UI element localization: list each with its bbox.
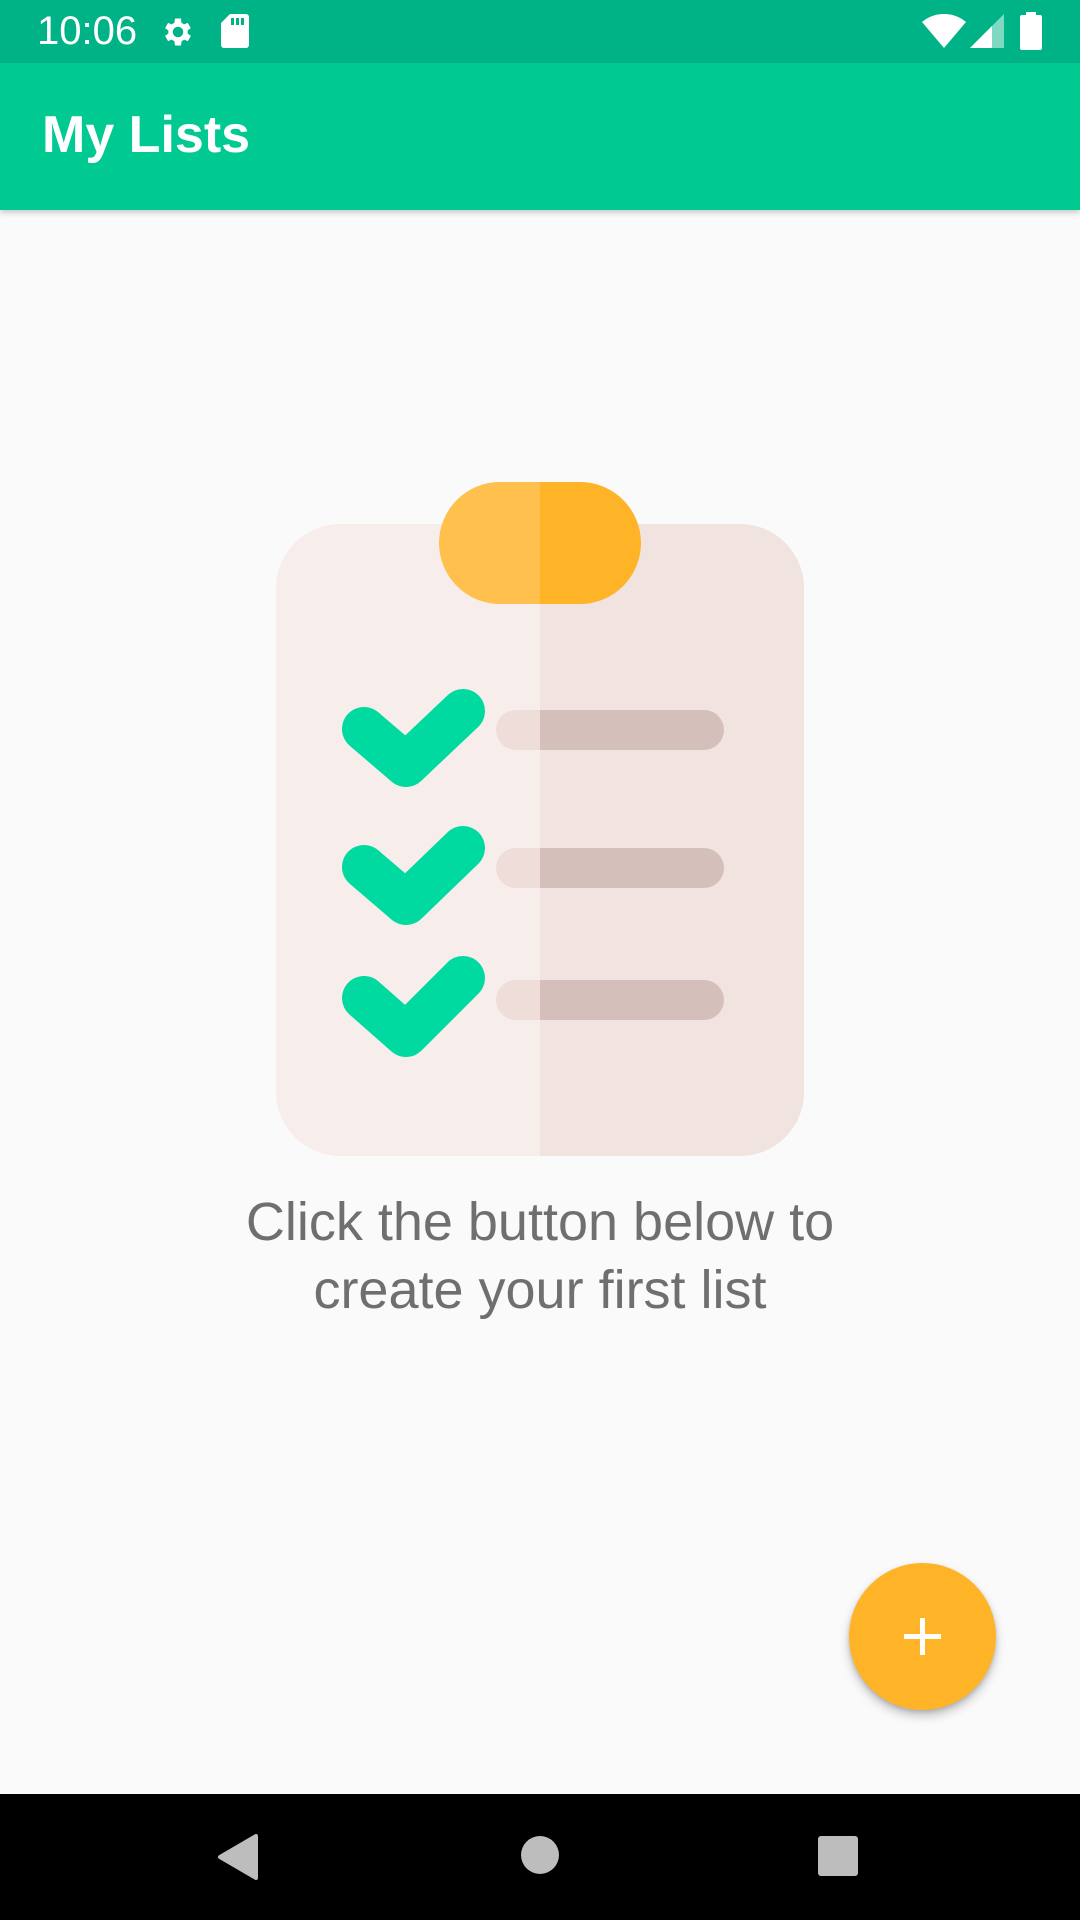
status-bar: 10:06 (0, 0, 1080, 63)
status-time: 10:06 (37, 9, 138, 53)
navigation-bar (0, 1794, 1080, 1920)
home-icon[interactable] (520, 1835, 560, 1880)
plus-icon (904, 1618, 941, 1655)
empty-state-message-line1: Click the button below to (245, 1192, 835, 1252)
gear-icon (160, 14, 196, 55)
recents-icon[interactable] (818, 1836, 858, 1881)
clipboard-checklist-icon (276, 482, 804, 1156)
sd-card-icon (221, 14, 249, 53)
empty-state-message: Click the button below to create your fi… (140, 1188, 940, 1324)
wifi-icon (922, 13, 966, 53)
app-bar: My Lists (0, 63, 1080, 210)
back-icon[interactable] (216, 1834, 258, 1885)
page-title: My Lists (42, 106, 251, 164)
add-list-button[interactable] (849, 1563, 996, 1710)
empty-state-message-line2: create your first list (313, 1260, 767, 1320)
battery-icon (1020, 12, 1042, 55)
signal-icon (970, 14, 1004, 53)
